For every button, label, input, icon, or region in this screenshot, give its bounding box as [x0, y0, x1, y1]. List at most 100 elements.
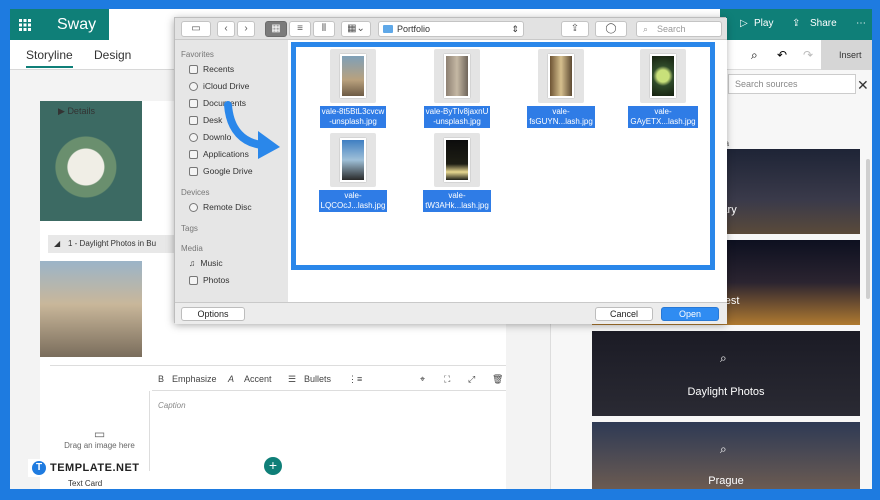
fit-icon[interactable]: ⛶: [444, 374, 450, 385]
details-label: ▶ Details: [58, 106, 95, 117]
sidebar-item-icloud[interactable]: iCloud Drive: [189, 81, 249, 91]
sidebar-item-remote-disc[interactable]: Remote Disc: [189, 202, 252, 212]
download-icon: [189, 132, 198, 142]
file-name: vale-8t5BtL3cvcw -unsplash.jpg: [319, 106, 387, 128]
applications-icon: [189, 149, 198, 159]
numbering-icon[interactable]: ⋮≡: [348, 374, 362, 385]
app-launcher-icon[interactable]: [10, 9, 39, 40]
more-button[interactable]: ⋯: [856, 18, 866, 29]
file-item[interactable]: vale- GAyETX...lash.jpg: [618, 49, 708, 129]
disc-icon: [189, 202, 198, 212]
tab-design[interactable]: Design: [94, 48, 131, 62]
sidebar-item-label: Remote Disc: [203, 202, 252, 212]
music-icon: ♫: [189, 258, 196, 268]
file-thumbnail: [640, 49, 686, 103]
file-name: vale- GAyETX...lash.jpg: [628, 106, 698, 128]
emphasize-button[interactable]: Emphasize: [172, 374, 217, 384]
bullets-icon[interactable]: ☰: [288, 374, 296, 385]
sidebar-item-recents[interactable]: Recents: [189, 64, 234, 74]
chevron-updown-icon: ⇕: [511, 24, 519, 34]
logo-mark: T: [32, 461, 46, 475]
photo-preview: [548, 54, 574, 98]
play-button[interactable]: Play: [754, 18, 773, 29]
delete-icon[interactable]: 🗑: [492, 374, 503, 385]
play-icon[interactable]: ▷: [740, 18, 748, 29]
focus-icon[interactable]: ⌖: [420, 374, 425, 385]
column-view-icon[interactable]: ⫴: [313, 21, 335, 37]
file-name-line: vale-: [654, 107, 672, 116]
redo-icon[interactable]: ↷: [803, 48, 813, 62]
dialog-sidebar: Favorites Recents iCloud Drive Documents…: [175, 40, 288, 302]
file-name-line: vale-8t5BtL3cvcw: [321, 107, 385, 116]
drag-image-text: Drag an image here: [64, 441, 135, 450]
accent-button[interactable]: Accent: [244, 374, 272, 384]
photo-preview: [444, 54, 470, 98]
logo-text: TEMPLATE.NET: [50, 462, 140, 474]
document-icon: [189, 98, 198, 108]
file-item[interactable]: vale-8t5BtL3cvcw -unsplash.jpg: [308, 49, 398, 129]
folder-icon: [189, 166, 198, 176]
open-button[interactable]: Open: [661, 307, 719, 321]
daylight-photo-thumbnail[interactable]: [40, 261, 142, 357]
sidebar-item-music[interactable]: ♫ Music: [189, 258, 223, 268]
file-name: vale- LQCOcJ...lash.jpg: [318, 190, 388, 212]
details-thumbnail[interactable]: [40, 101, 142, 221]
file-item[interactable]: vale- LQCOcJ...lash.jpg: [308, 133, 398, 213]
format-toolbar: B Emphasize A Accent ☰ Bullets ⋮≡ ⌖ ⛶ ⤢ …: [152, 365, 506, 391]
photo-preview: [444, 138, 470, 182]
file-name-line: vale-: [344, 191, 362, 200]
sidebar-item-desktop[interactable]: Desk: [189, 115, 222, 125]
search-icon[interactable]: ⌕: [751, 48, 758, 63]
options-button[interactable]: Options: [181, 307, 245, 321]
dialog-search-input[interactable]: ⌕ Search: [636, 21, 722, 37]
file-name-line: -unsplash.jpg: [433, 117, 481, 126]
media-tile-prague[interactable]: ⌕ Prague: [592, 422, 860, 489]
list-view-icon[interactable]: ≡: [289, 21, 311, 37]
file-item[interactable]: vale-fsGUYN...lash.jpg: [516, 49, 606, 129]
undo-icon[interactable]: ↶: [777, 48, 787, 62]
icon-view-icon[interactable]: ▦: [265, 21, 287, 37]
file-name-line: LQCOcJ...lash.jpg: [320, 201, 386, 210]
tags-heading: Tags: [181, 224, 198, 233]
close-icon[interactable]: ✕: [857, 77, 869, 94]
collapse-icon[interactable]: ◢: [54, 235, 60, 253]
caption-field[interactable]: Caption: [158, 401, 186, 410]
dialog-toolbar: ▭ ‹ › ▦ ≡ ⫴ ▦⌄ Portfolio ⇕ ⇪ ◯ ⌕ Search: [175, 18, 727, 40]
media-heading: Media: [181, 244, 203, 253]
cloud-icon: [189, 81, 198, 91]
file-item[interactable]: vale-ByTIv8jaxnU -unsplash.jpg: [412, 49, 502, 129]
expand-icon[interactable]: ⤢: [468, 374, 475, 385]
play-triangle-icon: ▶: [58, 106, 65, 116]
tag-icon[interactable]: ◯: [595, 21, 627, 37]
sway-window: Sway ▷ Play ⇪ Share ⋯ Storyline Design ▶…: [10, 9, 872, 489]
emphasize-icon[interactable]: B: [158, 374, 164, 384]
sidebar-item-label: Google Drive: [203, 166, 253, 176]
sidebar-item-google-drive[interactable]: Google Drive: [189, 166, 253, 176]
file-thumbnail: [434, 133, 480, 187]
share-button[interactable]: Share: [810, 18, 837, 29]
image-icon: ▭: [93, 427, 106, 441]
file-name: vale-tW3AHk...lash.jpg: [423, 190, 491, 212]
add-card-button[interactable]: +: [264, 457, 282, 475]
sidebar-item-label: iCloud Drive: [203, 81, 250, 91]
group-view-icon[interactable]: ▦⌄: [341, 21, 371, 37]
cancel-button[interactable]: Cancel: [595, 307, 653, 321]
sidebar-item-photos[interactable]: Photos: [189, 275, 229, 285]
location-popup[interactable]: Portfolio ⇕: [378, 21, 524, 37]
media-tile-daylight-photos[interactable]: ⌕ Daylight Photos: [592, 331, 860, 416]
forward-icon[interactable]: ›: [237, 21, 255, 37]
accent-icon[interactable]: A: [228, 374, 234, 384]
share-icon[interactable]: ⇪: [561, 21, 589, 37]
search-sources-input[interactable]: Search sources: [728, 74, 856, 94]
file-item[interactable]: vale-tW3AHk...lash.jpg: [412, 133, 502, 213]
sidebar-toggle-icon[interactable]: ▭: [181, 21, 211, 37]
back-icon[interactable]: ‹: [217, 21, 235, 37]
share-icon[interactable]: ⇪: [792, 18, 800, 29]
insert-button[interactable]: Insert: [821, 40, 872, 70]
file-thumbnail: [434, 49, 480, 103]
tab-storyline[interactable]: Storyline: [26, 48, 73, 68]
panel-scrollbar[interactable]: [866, 159, 870, 299]
tile-label: Daylight Photos: [687, 386, 765, 398]
bullets-button[interactable]: Bullets: [304, 374, 331, 384]
file-name-line: vale-: [552, 107, 570, 116]
